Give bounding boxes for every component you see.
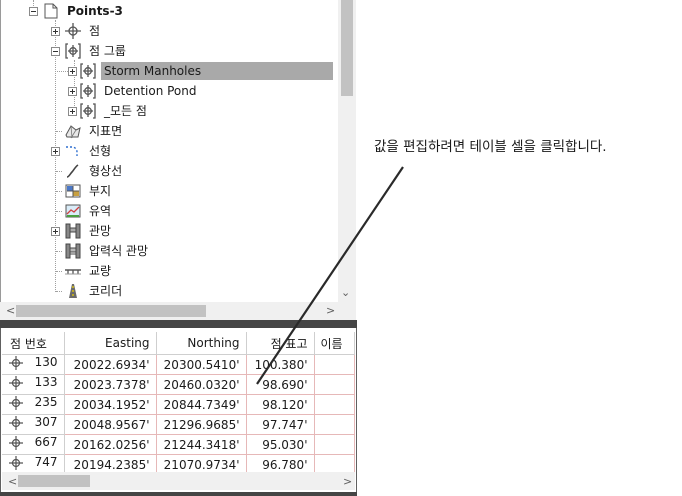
callout-leader-line <box>256 166 404 385</box>
